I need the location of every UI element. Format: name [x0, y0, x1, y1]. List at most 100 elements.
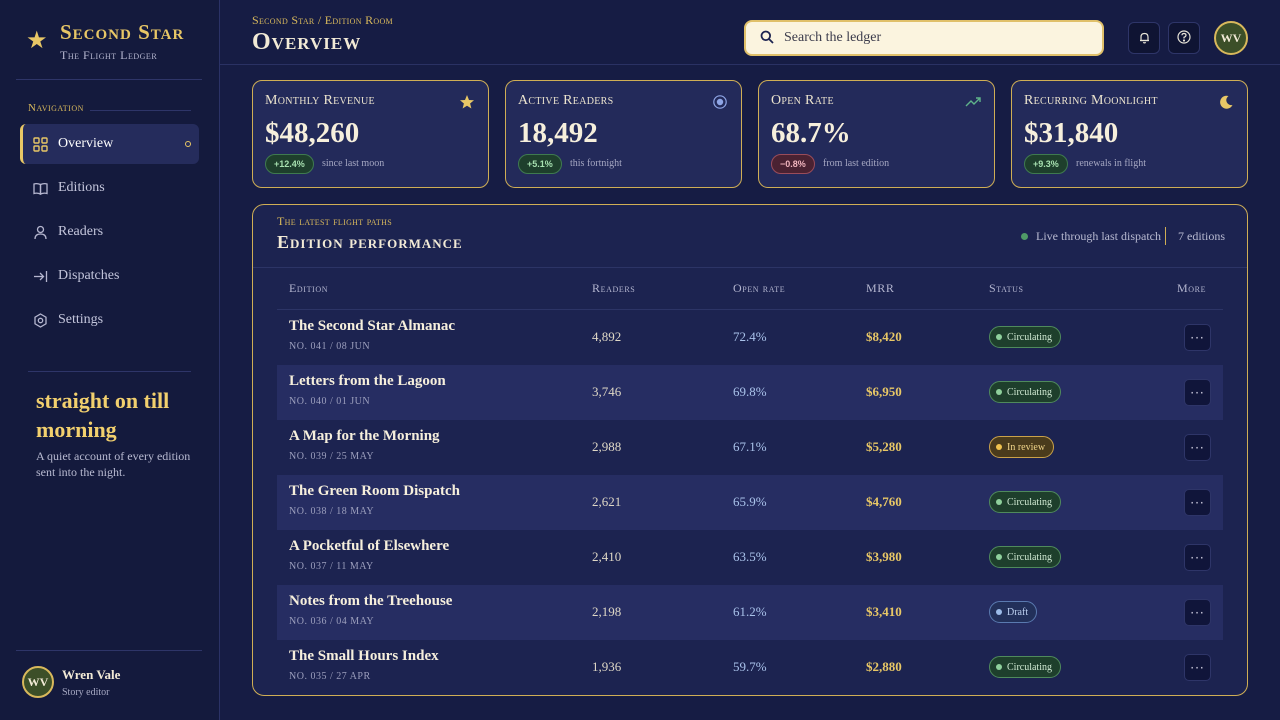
ellipsis-icon: ··· — [1190, 440, 1205, 455]
readers-value: 3,746 — [592, 384, 622, 399]
sidebar-item-readers[interactable]: Readers — [20, 212, 199, 252]
sidebar-item-overview[interactable]: Overview — [20, 124, 199, 164]
user-name: Wren Vale — [62, 667, 121, 682]
column-header-open-rate[interactable]: Open rate — [733, 281, 785, 296]
divider — [253, 267, 1247, 268]
table-row[interactable]: Notes from the Treehouse NO. 036 / 04 MAY… — [277, 585, 1223, 640]
edition-meta: NO. 040 / 01 JUN — [289, 396, 371, 407]
status-label: Circulating — [1007, 331, 1052, 343]
sidebar-item-dispatches[interactable]: Dispatches — [20, 256, 199, 296]
status-label: Circulating — [1007, 551, 1052, 563]
header-avatar[interactable]: WV — [1214, 21, 1248, 55]
kpi-card-open-rate[interactable]: Open Rate 68.7% −0.8% from last edition — [758, 80, 995, 188]
search-input[interactable] — [784, 30, 1084, 46]
divider — [16, 650, 202, 651]
open-rate-value: 72.4% — [733, 329, 767, 344]
readers-value: 4,892 — [592, 329, 622, 344]
status-badge: Circulating — [989, 656, 1061, 678]
brand[interactable]: ★ Second Star The Flight Ledger — [26, 20, 183, 62]
person-icon — [32, 224, 48, 240]
kpi-card-recurring-moonlight[interactable]: Recurring Moonlight $31,840 +9.3% renewa… — [1011, 80, 1248, 188]
mrr-value: $6,950 — [866, 384, 902, 399]
mrr-value: $5,280 — [866, 439, 902, 454]
readers-value: 2,988 — [592, 439, 622, 454]
kpi-value: 68.7% — [771, 117, 851, 149]
mrr-value: $4,760 — [866, 494, 902, 509]
notifications-button[interactable] — [1128, 22, 1160, 54]
readers-value: 2,410 — [592, 549, 622, 564]
more-options-button[interactable]: ··· — [1184, 489, 1211, 516]
kpi-change-badge: +12.4% — [265, 154, 314, 174]
status-badge: In review — [989, 436, 1055, 458]
sidebar-item-editions[interactable]: Editions — [20, 168, 199, 208]
table-row[interactable]: The Green Room Dispatch NO. 038 / 18 MAY 2… — [277, 475, 1223, 530]
column-header-edition[interactable]: Edition — [289, 281, 328, 296]
ellipsis-icon: ··· — [1190, 550, 1205, 565]
column-header-status[interactable]: Status — [989, 281, 1024, 296]
brand-subtitle: The Flight Ledger — [60, 48, 158, 62]
edition-name[interactable]: A Pocketful of Elsewhere — [289, 538, 449, 555]
help-icon — [1177, 29, 1191, 48]
edition-name[interactable]: Letters from the Lagoon — [289, 373, 446, 390]
avatar: WV — [22, 666, 54, 698]
status-badge: Circulating — [989, 491, 1061, 513]
edition-meta: NO. 036 / 04 MAY — [289, 616, 375, 627]
kpi-change-badge: −0.8% — [771, 154, 815, 174]
sidebar-item-label: Readers — [58, 224, 104, 239]
mrr-value: $3,980 — [866, 549, 902, 564]
more-options-button[interactable]: ··· — [1184, 599, 1211, 626]
column-header-mrr[interactable]: MRR — [866, 281, 894, 296]
open-rate-value: 69.8% — [733, 384, 767, 399]
status-label: Circulating — [1007, 661, 1052, 673]
sidebar-item-settings[interactable]: Settings — [20, 300, 199, 340]
edition-name[interactable]: Notes from the Treehouse — [289, 593, 452, 610]
status-badge: Circulating — [989, 546, 1061, 568]
status-label: Draft — [1007, 606, 1029, 618]
divider — [1165, 227, 1166, 245]
edition-name[interactable]: The Second Star Almanac — [289, 318, 455, 335]
user-profile[interactable]: WV Wren Vale Story editor — [22, 666, 120, 698]
kpi-card-monthly-revenue[interactable]: Monthly Revenue $48,260 +12.4% since las… — [252, 80, 489, 188]
kpi-label: Monthly Revenue — [265, 93, 375, 108]
more-options-button[interactable]: ··· — [1184, 654, 1211, 681]
breadcrumb: Second Star / Edition Room — [252, 13, 393, 27]
edition-name[interactable]: The Green Room Dispatch — [289, 483, 460, 500]
more-options-button[interactable]: ··· — [1184, 434, 1211, 461]
kpi-note: this fortnight — [570, 158, 622, 169]
table-row[interactable]: The Small Hours Index NO. 035 / 27 APR 1,9… — [277, 640, 1223, 695]
table-row[interactable]: Letters from the Lagoon NO. 040 / 01 JUN 3… — [277, 365, 1223, 420]
edition-count: 7 editions — [1178, 229, 1225, 243]
column-header-readers[interactable]: Readers — [592, 281, 635, 296]
help-button[interactable] — [1168, 22, 1200, 54]
edition-meta: NO. 035 / 27 APR — [289, 671, 371, 682]
table-row[interactable]: The Second Star Almanac NO. 041 / 08 JUN 4… — [277, 310, 1223, 365]
moon-icon — [1217, 93, 1235, 111]
table-row[interactable]: A Map for the Morning NO. 039 / 25 MAY 2,9… — [277, 420, 1223, 475]
table-row[interactable]: A Pocketful of Elsewhere NO. 037 / 11 MAY… — [277, 530, 1223, 585]
kpi-card-active-readers[interactable]: Active Readers 18,492 +5.1% this fortnig… — [505, 80, 742, 188]
panel-eyebrow: The latest flight paths — [277, 214, 392, 228]
ellipsis-icon: ··· — [1190, 660, 1205, 675]
mrr-value: $8,420 — [866, 329, 902, 344]
edition-name[interactable]: The Small Hours Index — [289, 648, 439, 665]
sidebar-item-label: Editions — [58, 180, 105, 195]
status-label: Circulating — [1007, 496, 1052, 508]
open-rate-value: 63.5% — [733, 549, 767, 564]
ellipsis-icon: ··· — [1190, 495, 1205, 510]
status-dot-icon — [996, 554, 1002, 560]
open-rate-value: 65.9% — [733, 494, 767, 509]
more-options-button[interactable]: ··· — [1184, 544, 1211, 571]
sidebar-item-label: Dispatches — [58, 268, 120, 283]
star-logo-icon: ★ — [26, 26, 48, 54]
status-dot-icon — [996, 389, 1002, 395]
kpi-note: since last moon — [322, 158, 385, 169]
status-badge: Circulating — [989, 381, 1061, 403]
status-dot-icon — [996, 499, 1002, 505]
edition-name[interactable]: A Map for the Morning — [289, 428, 440, 445]
mrr-value: $2,880 — [866, 659, 902, 674]
search-box[interactable] — [744, 20, 1104, 56]
more-options-button[interactable]: ··· — [1184, 324, 1211, 351]
send-icon — [32, 268, 48, 284]
more-options-button[interactable]: ··· — [1184, 379, 1211, 406]
trend-up-icon — [964, 93, 982, 111]
